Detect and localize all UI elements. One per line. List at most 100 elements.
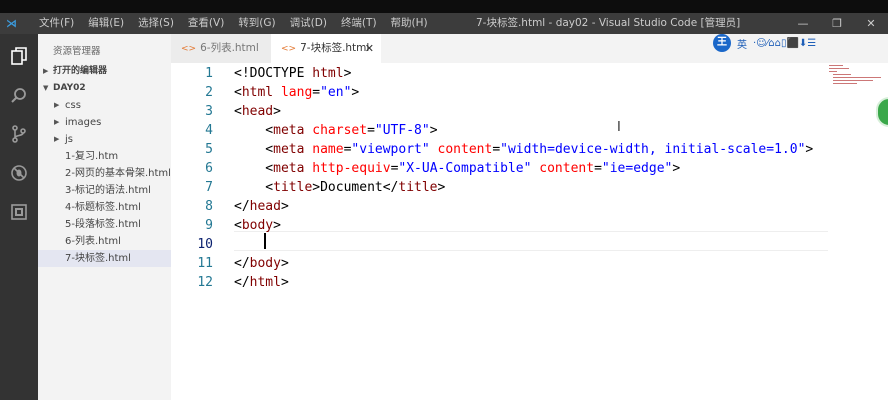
close-window-button[interactable]: ✕ — [854, 13, 888, 34]
line-number: 7 — [205, 180, 213, 195]
code-token: title — [273, 180, 313, 195]
current-line-highlight — [234, 231, 828, 251]
tree-item-file[interactable]: 5-段落标签.html — [38, 216, 171, 233]
extensions-icon[interactable] — [9, 202, 29, 222]
tree-item-label: images — [65, 117, 102, 128]
code-token: > — [280, 275, 289, 290]
tree-item-label: 7-块标签.html — [65, 253, 131, 264]
code-token: > — [429, 123, 438, 138]
mouse-ibeam-icon: I — [617, 120, 621, 135]
explorer-title: 资源管理器 — [53, 46, 101, 57]
code-line: <!DOCTYPE html> — [234, 64, 351, 83]
title-bar: ⋊ 文件(F) 编辑(E) 选择(S) 查看(V) 转到(G) 调试(D) 终端… — [0, 13, 888, 34]
code-token: < — [234, 123, 274, 138]
code-line: </html> — [234, 273, 289, 292]
tree-item-label: 5-段落标签.html — [65, 219, 141, 230]
ime-tools[interactable]: ·☺⁄⌂⌂▯⬛⬇☰ — [753, 38, 816, 49]
code-token: http-equiv — [312, 161, 391, 176]
menu-terminal[interactable]: 终端(T) — [334, 13, 384, 34]
tree-item-file[interactable]: 6-列表.html — [38, 233, 171, 250]
code-token: html — [312, 66, 344, 81]
line-number: 1 — [205, 66, 213, 81]
open-editors-section[interactable]: ▶ 打开的编辑器 — [38, 63, 171, 80]
code-token: html — [241, 85, 274, 100]
code-token: > — [273, 218, 281, 233]
vscode-logo-icon: ⋊ — [6, 17, 17, 30]
code-line: <title>Document</title> — [234, 178, 445, 197]
code-token: > — [437, 180, 446, 195]
line-number: 11 — [197, 256, 213, 271]
open-editors-label: 打开的编辑器 — [53, 66, 108, 76]
code-line: </head> — [234, 197, 289, 216]
menu-edit[interactable]: 编辑(E) — [81, 13, 131, 34]
chevron-right-icon: ▶ — [54, 135, 60, 143]
line-number: 9 — [205, 218, 213, 233]
menu-bar: 文件(F) 编辑(E) 选择(S) 查看(V) 转到(G) 调试(D) 终端(T… — [32, 13, 435, 34]
tree-item-label: 3-标记的语法.html — [65, 185, 151, 196]
code-editor[interactable]: 1 2 3 4 5 6 7 8 9 10 11 12 <!DOCTYPE html> <html lan… — [171, 63, 888, 400]
code-token: > — [273, 104, 281, 119]
code-token: </ — [234, 199, 250, 214]
explorer-icon[interactable] — [9, 46, 29, 66]
tree-item-js[interactable]: ▶ js — [38, 131, 171, 148]
code-token: "X-UA-Compatible" — [398, 161, 532, 176]
html-file-icon: <> — [281, 44, 297, 54]
code-token: name — [312, 142, 344, 157]
code-token: content — [437, 142, 493, 157]
tree-item-file[interactable]: 2-网页的基本骨架.html — [38, 165, 171, 182]
tree-item-images[interactable]: ▶ images — [38, 114, 171, 131]
tab-7-block[interactable]: <> 7-块标签.html ✕ — [271, 34, 381, 63]
folder-label: DAY02 — [53, 83, 86, 93]
tree-item-file[interactable]: 4-标题标签.html — [38, 199, 171, 216]
code-token: content — [539, 161, 595, 176]
tab-label: 6-列表.html — [200, 42, 259, 54]
tree-item-file[interactable]: 3-标记的语法.html — [38, 182, 171, 199]
menu-file[interactable]: 文件(F) — [32, 13, 81, 34]
screen-top-strip — [0, 0, 888, 13]
tree-item-file[interactable]: 1-复习.htm — [38, 148, 171, 165]
code-line: <html lang="en"> — [234, 83, 359, 102]
code-token: lang — [280, 85, 313, 100]
minimize-button[interactable]: — — [786, 13, 820, 34]
line-number: 8 — [205, 199, 213, 214]
code-token: "ie=edge" — [601, 161, 673, 176]
minimap[interactable] — [827, 63, 888, 93]
menu-debug[interactable]: 调试(D) — [283, 13, 334, 34]
ime-logo[interactable]: 王 — [713, 34, 731, 52]
code-token: = — [594, 161, 602, 176]
code-token: < — [234, 161, 274, 176]
code-token: "viewport" — [351, 142, 430, 157]
menu-help[interactable]: 帮助(H) — [384, 13, 435, 34]
tree-item-label: 1-复习.htm — [65, 151, 119, 162]
code-line: <body> — [234, 216, 281, 235]
code-token: > — [280, 199, 289, 214]
chevron-right-icon: ▶ — [54, 118, 60, 126]
search-icon[interactable] — [9, 86, 29, 106]
code-token: meta — [273, 142, 305, 157]
activity-bar — [0, 34, 38, 400]
menu-go[interactable]: 转到(G) — [231, 13, 282, 34]
code-token: > — [280, 256, 289, 271]
code-token: head — [241, 104, 274, 119]
maximize-button[interactable]: ❐ — [820, 13, 854, 34]
tab-label: 7-块标签.html — [300, 42, 370, 54]
menu-selection[interactable]: 选择(S) — [131, 13, 181, 34]
tree-item-css[interactable]: ▶ css — [38, 97, 171, 114]
menu-view[interactable]: 查看(V) — [181, 13, 231, 34]
debug-icon[interactable] — [9, 163, 29, 183]
code-token: < — [234, 142, 274, 157]
tab-6-list[interactable]: <> 6-列表.html — [171, 34, 271, 63]
code-token: > — [672, 161, 681, 176]
ime-language[interactable]: 英 — [737, 36, 747, 51]
html-file-icon: <> — [181, 44, 197, 54]
folder-section-day02[interactable]: ▼ DAY02 — [38, 80, 171, 97]
code-line: <meta name="viewport" content="width=dev… — [234, 140, 813, 159]
code-token: meta — [273, 161, 305, 176]
close-tab-icon[interactable]: ✕ — [365, 34, 374, 63]
source-control-icon[interactable] — [9, 124, 29, 144]
tree-item-file-selected[interactable]: 7-块标签.html — [38, 250, 171, 267]
code-token: meta — [273, 123, 305, 138]
chevron-right-icon: ▶ — [43, 67, 49, 75]
